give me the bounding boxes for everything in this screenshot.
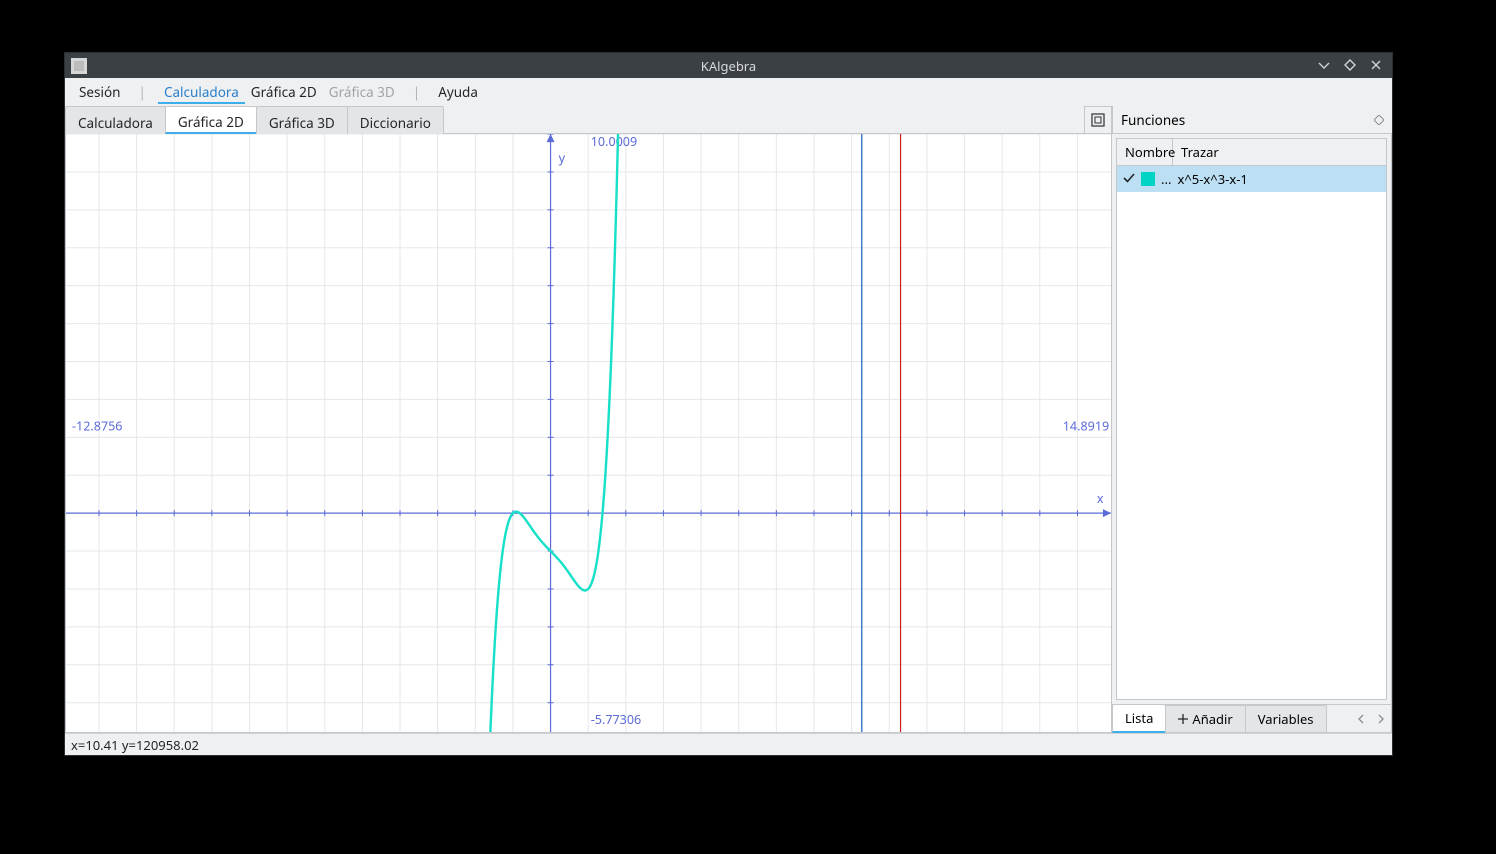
menu-calculator[interactable]: Calculadora [158,80,245,104]
minimize-icon[interactable] [1318,57,1330,75]
plot-canvas[interactable]: y x -12.8756 14.8919 10.0009 -5.77306 [65,134,1112,733]
menu-help[interactable]: Ayuda [432,80,484,104]
menubar: Sesión | Calculadora Gráfica 2D Gráfica … [65,78,1392,106]
fit-view-button[interactable] [1084,106,1112,134]
menu-graph2d[interactable]: Gráfica 2D [245,80,323,104]
function-list: Nombre Trazar ... x^5-x^3-x-1 [1116,138,1387,700]
svg-text:-5.77306: -5.77306 [591,711,641,728]
titlebar[interactable]: KAlgebra [65,53,1392,78]
function-row[interactable]: ... x^5-x^3-x-1 [1117,166,1386,192]
color-swatch [1141,172,1155,186]
check-icon[interactable] [1123,170,1135,188]
tab-graph3d[interactable]: Gráfica 3D [256,106,348,134]
menu-graph3d[interactable]: Gráfica 3D [323,80,401,104]
side-tab-add-label: Añadir [1192,710,1232,728]
col-trace[interactable]: Trazar [1173,139,1386,165]
tab-scroll-left[interactable] [1351,706,1371,732]
app-window: KAlgebra Sesión | Calculadora Gráfica 2D… [65,53,1392,755]
side-detach-icon[interactable] [1374,111,1384,129]
menu-session[interactable]: Sesión [73,80,127,104]
side-tab-vars-label: Variables [1258,710,1314,728]
svg-text:y: y [559,149,566,166]
side-tab-list-label: Lista [1125,709,1153,727]
side-tab-list[interactable]: Lista [1112,704,1166,733]
side-header-label: Funciones [1121,111,1185,129]
side-tab-add[interactable]: Añadir [1165,705,1245,733]
tab-row: Calculadora Gráfica 2D Gráfica 3D Diccio… [65,106,1392,134]
window-title: KAlgebra [65,57,1392,75]
status-text: x=10.41 y=120958.02 [71,736,199,754]
svg-text:10.0009: 10.0009 [591,134,637,150]
app-icon [71,58,87,74]
tab-dictionary[interactable]: Diccionario [347,106,444,134]
tab-spacer [443,106,1084,134]
side-panel: Nombre Trazar ... x^5-x^3-x-1 Lista [1112,134,1392,733]
side-tab-vars[interactable]: Variables [1245,705,1327,733]
tab-scroll-right[interactable] [1371,706,1391,732]
close-icon[interactable] [1370,57,1382,75]
col-name[interactable]: Nombre [1117,139,1173,165]
menu-separator: | [139,83,146,101]
func-name: ... [1161,170,1171,188]
plus-icon [1178,710,1188,728]
maximize-icon[interactable] [1344,57,1356,75]
tab-graph2d[interactable]: Gráfica 2D [165,106,257,134]
status-bar: x=10.41 y=120958.02 [65,733,1392,755]
func-expr: x^5-x^3-x-1 [1177,170,1247,188]
tab-calculator[interactable]: Calculadora [65,106,166,134]
svg-text:x: x [1097,490,1104,507]
svg-text:-12.8756: -12.8756 [72,417,122,434]
menu-separator: | [413,83,420,101]
svg-text:14.8919: 14.8919 [1063,417,1109,434]
